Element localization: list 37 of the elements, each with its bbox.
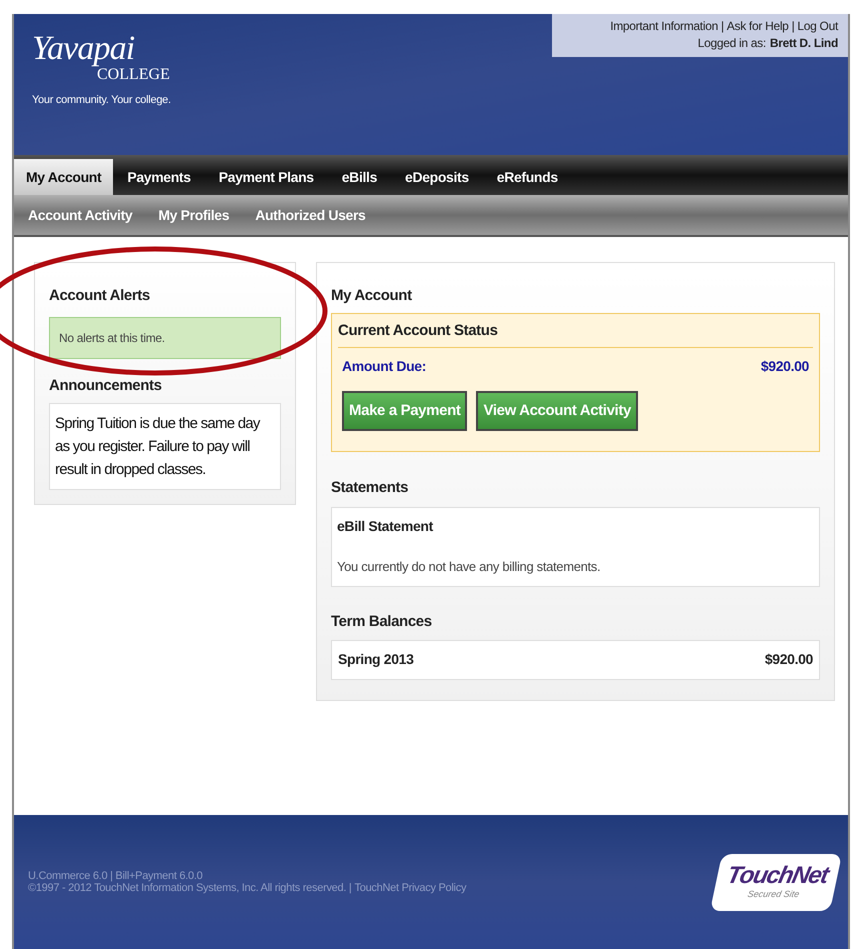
nav-tab[interactable]: Payments <box>113 159 205 195</box>
statement-message: You currently do not have any billing statements. <box>337 558 602 576</box>
alert-message: No alerts at this time. <box>49 316 281 358</box>
sub-nav-link[interactable]: Authorized Users <box>255 204 366 226</box>
nav-tab[interactable]: eRefunds <box>482 159 572 195</box>
footer-version: U.Commerce 6.0 | Bill+Payment 6.0.0 <box>28 870 204 882</box>
sub-nav-link[interactable]: My Profiles <box>158 204 230 226</box>
footer-copyright: ©1997 - 2012 TouchNet Information Systems, Inc. All rights reserved. | <box>28 882 352 894</box>
amount-due-value: $920.00 <box>760 357 809 376</box>
nav-tab[interactable]: Payment Plans <box>204 159 328 195</box>
nav-tab[interactable]: eDeposits <box>391 159 483 195</box>
header-link[interactable]: Important Information <box>610 18 718 35</box>
link-separator: | <box>720 18 724 35</box>
logo-name: Yavapai <box>32 32 136 66</box>
link-separator: | <box>792 18 794 35</box>
logo-tagline: Your community. Your college. <box>32 93 171 108</box>
logged-in-label: Logged in as: <box>698 35 766 52</box>
term-name: Spring 2013 <box>338 650 414 669</box>
amount-due-label: Amount Due: <box>342 357 426 376</box>
section-title: Statements <box>331 478 410 498</box>
badge-subtitle: Secured Site <box>746 887 801 900</box>
badge-name: TouchNet <box>724 863 830 888</box>
user-name: Brett D. Lind <box>770 35 838 52</box>
panel-title: My Account <box>331 286 413 306</box>
announcement-text: Spring Tuition is due the same day as you register. Failure to pay will result in dropped classes. <box>49 403 281 490</box>
nav-tab[interactable]: My Account <box>14 159 114 195</box>
header-link[interactable]: Ask for Help <box>726 18 789 35</box>
section-title: Announcements <box>49 376 163 396</box>
header-link[interactable]: Log Out <box>797 18 838 35</box>
sub-nav-link[interactable]: Account Activity <box>28 204 132 226</box>
term-amount: $920.00 <box>764 650 813 669</box>
section-title: Term Balances <box>331 612 433 632</box>
nav-tab[interactable]: eBills <box>328 159 392 195</box>
status-title: Current Account Status <box>338 320 813 348</box>
logo-subtitle: COLLEGE <box>97 66 171 84</box>
section-title: Account Alerts <box>49 286 151 306</box>
statement-title: eBill Statement <box>337 516 434 536</box>
